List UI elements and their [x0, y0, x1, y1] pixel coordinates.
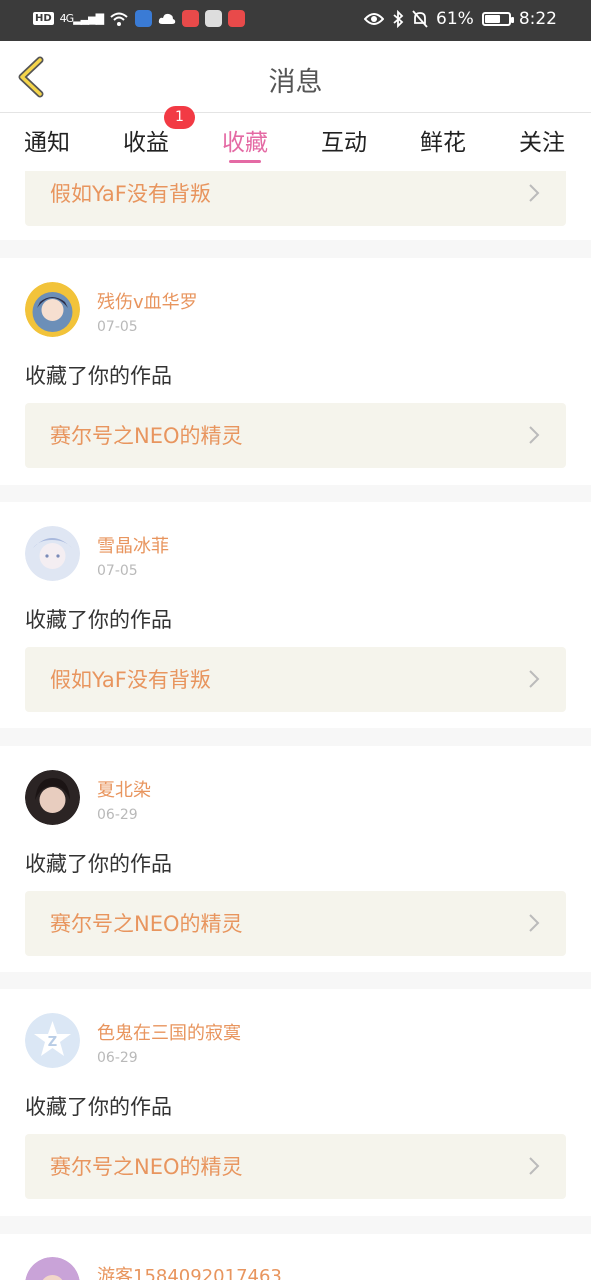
battery-level: [484, 15, 501, 23]
chevron-right-icon: [529, 184, 540, 202]
date: 07-05: [97, 319, 138, 335]
tab-earnings[interactable]: 收益: [123, 123, 169, 157]
photos-app-icon: [205, 10, 223, 27]
avatar[interactable]: [25, 770, 80, 825]
wifi-icon: [110, 12, 128, 26]
tab-favorites[interactable]: 收藏: [222, 123, 268, 157]
earnings-badge: 1: [164, 106, 195, 129]
list-item: 夏北染 06-29 收藏了你的作品 赛尔号之NEO的精灵: [0, 746, 591, 972]
work-title: 赛尔号之NEO的精灵: [50, 424, 243, 448]
mute-bell-icon: [412, 10, 428, 28]
chevron-right-icon: [529, 914, 540, 932]
chevron-right-icon: [529, 670, 540, 688]
work-link[interactable]: 假如YaF没有背叛: [25, 171, 566, 226]
tab-bar: 通知 收益 收藏 互动 鲜花 关注: [0, 113, 591, 171]
chevron-right-icon: [529, 426, 540, 444]
username[interactable]: 残伤v血华罗: [97, 288, 198, 314]
tab-follows[interactable]: 关注: [519, 123, 565, 157]
bluetooth-icon: [393, 10, 404, 28]
svg-text:Z: Z: [48, 1035, 57, 1050]
work-title: 赛尔号之NEO的精灵: [50, 912, 243, 936]
username[interactable]: 色鬼在三国的寂寞: [97, 1019, 241, 1045]
username[interactable]: 雪晶冰菲: [97, 532, 169, 558]
avatar[interactable]: [25, 1257, 80, 1280]
music-app-icon: [135, 10, 153, 27]
cloud-icon: [158, 13, 176, 24]
status-bar: HD 4G▂▃▅▇ 61% 8:22: [0, 0, 591, 41]
tab-interactions[interactable]: 互动: [321, 123, 367, 157]
date: 06-29: [97, 1050, 138, 1066]
work-title: 假如YaF没有背叛: [50, 668, 211, 692]
date: 06-29: [97, 807, 138, 823]
battery-percent: 61%: [436, 9, 474, 29]
work-link[interactable]: 假如YaF没有背叛: [25, 647, 566, 712]
list-item: 残伤v血华罗 07-05 收藏了你的作品 赛尔号之NEO的精灵: [0, 258, 591, 485]
action-text: 收藏了你的作品: [25, 852, 172, 876]
tab-notifications[interactable]: 通知: [24, 123, 70, 157]
eye-icon: [364, 13, 385, 25]
work-link[interactable]: 赛尔号之NEO的精灵: [25, 403, 566, 468]
avatar[interactable]: Z: [25, 1013, 80, 1068]
list-item: 假如YaF没有背叛: [0, 171, 591, 240]
work-link[interactable]: 赛尔号之NEO的精灵: [25, 1134, 566, 1199]
active-tab-indicator: [229, 160, 261, 163]
list-item: 游客1584092017463: [0, 1234, 591, 1280]
header: 消息: [0, 41, 591, 113]
favorites-feed: 假如YaF没有背叛 残伤v血华罗 07-05 收藏了你的作品 赛尔号之NEO的精…: [0, 171, 591, 1280]
action-text: 收藏了你的作品: [25, 1095, 172, 1119]
tab-flowers[interactable]: 鲜花: [420, 123, 466, 157]
red-app-icon: [182, 10, 200, 27]
signal-icon: 4G▂▃▅▇: [59, 12, 104, 25]
work-title: 赛尔号之NEO的精灵: [50, 1155, 243, 1179]
avatar[interactable]: [25, 282, 80, 337]
hd-icon: HD: [33, 12, 54, 25]
username[interactable]: 游客1584092017463: [97, 1262, 282, 1280]
page-title: 消息: [268, 67, 323, 98]
chevron-right-icon: [529, 1157, 540, 1175]
clock: 8:22: [518, 9, 557, 29]
avatar[interactable]: [25, 526, 80, 581]
action-text: 收藏了你的作品: [25, 364, 172, 388]
work-link[interactable]: 赛尔号之NEO的精灵: [25, 891, 566, 956]
work-title: 假如YaF没有背叛: [50, 182, 211, 206]
list-item: Z 色鬼在三国的寂寞 06-29 收藏了你的作品 赛尔号之NEO的精灵: [0, 989, 591, 1216]
list-item: 雪晶冰菲 07-05 收藏了你的作品 假如YaF没有背叛: [0, 502, 591, 728]
battery-icon: [481, 12, 514, 26]
username[interactable]: 夏北染: [97, 776, 151, 802]
date: 07-05: [97, 563, 138, 579]
action-text: 收藏了你的作品: [25, 608, 172, 632]
shop-app-icon: [228, 10, 246, 27]
